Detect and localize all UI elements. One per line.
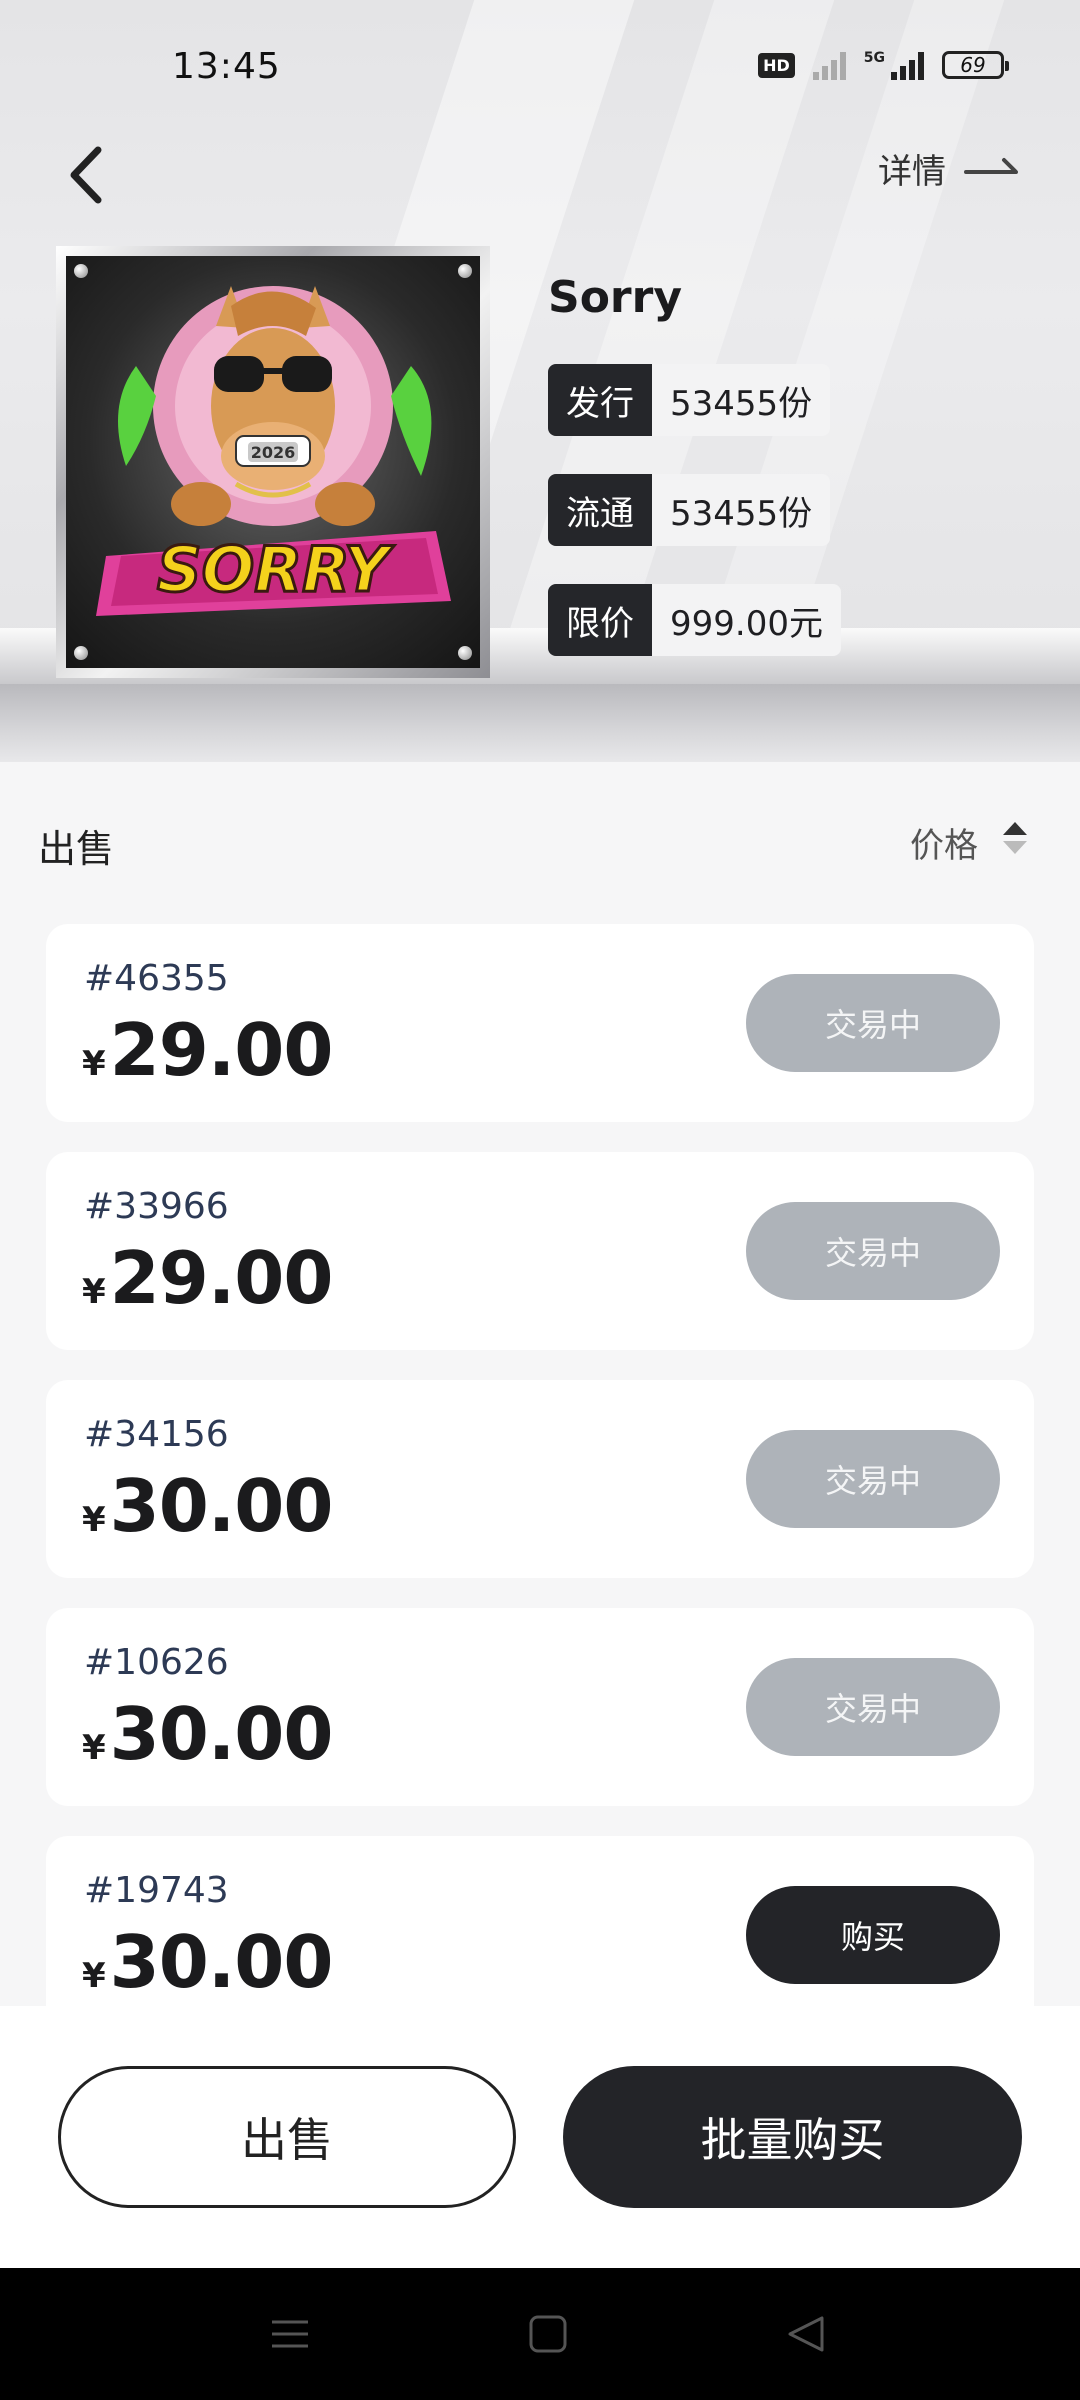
signal-sim1-icon <box>812 50 846 80</box>
signal-sim2-icon <box>891 50 924 80</box>
listing-price: ¥ 30.00 <box>82 1464 334 1548</box>
details-label: 详情 <box>878 152 946 192</box>
sale-section-header: 出售 价格 <box>0 762 1080 922</box>
shelf-shadow <box>0 684 1080 762</box>
network-type: 5G <box>863 50 885 66</box>
hd-icon: HD <box>758 52 795 78</box>
listing-id: #10626 <box>84 1642 229 1683</box>
currency-symbol: ¥ <box>82 1272 106 1312</box>
rivet <box>74 646 88 660</box>
home-icon[interactable] <box>526 2312 570 2356</box>
currency-symbol: ¥ <box>82 1728 106 1768</box>
price-amount: 30.00 <box>109 1692 334 1776</box>
info-key: 发行 <box>548 364 652 436</box>
currency-symbol: ¥ <box>82 1956 106 1996</box>
listing-price: ¥ 30.00 <box>82 1920 334 2004</box>
info-key: 流通 <box>548 474 652 546</box>
listing-card[interactable]: #33966 ¥ 29.00 交易中 <box>46 1152 1034 1350</box>
rivet <box>458 264 472 278</box>
info-row-circulation: 流通 53455份 <box>548 474 831 546</box>
status-icons: HD 5G 69 <box>758 50 1009 80</box>
arrow-right-icon <box>964 149 1022 189</box>
listing-price: ¥ 30.00 <box>82 1692 334 1776</box>
sell-button[interactable]: 出售 <box>58 2066 516 2208</box>
sale-title: 出售 <box>38 827 115 871</box>
menu-icon[interactable] <box>268 2312 312 2356</box>
artwork-title-text: SORRY <box>157 533 395 606</box>
listing-id: #46355 <box>84 958 229 999</box>
cartoon-horse-logo: 2026 SORRY <box>96 286 451 616</box>
price-amount: 30.00 <box>109 1464 334 1548</box>
listing-id: #19743 <box>84 1870 229 1911</box>
rivet <box>74 264 88 278</box>
page: 13:45 HD 5G 69 详情 2026 SORRY Sorry 发行 53… <box>0 0 1080 2400</box>
back-triangle-icon[interactable] <box>784 2312 828 2356</box>
header-area: 13:45 HD 5G 69 详情 2026 SORRY Sorry 发行 53… <box>0 0 1080 762</box>
nft-title: Sorry <box>548 272 682 323</box>
sort-by-price-button[interactable]: 价格 <box>910 818 1028 867</box>
status-time: 13:45 <box>172 46 281 87</box>
sort-arrows-icon <box>1002 818 1028 867</box>
info-value: 53455份 <box>652 364 831 436</box>
listing-price: ¥ 29.00 <box>82 1236 334 1320</box>
battery-level: 69 <box>960 53 986 77</box>
rivet <box>458 646 472 660</box>
trading-status-button[interactable]: 交易中 <box>746 1658 1000 1756</box>
info-key: 限价 <box>548 584 652 656</box>
back-button[interactable] <box>60 140 120 210</box>
price-amount: 30.00 <box>109 1920 334 2004</box>
trading-status-button[interactable]: 交易中 <box>746 1430 1000 1528</box>
battery-icon: 69 <box>942 51 1009 79</box>
nft-artwork[interactable]: 2026 SORRY <box>56 246 490 678</box>
listing-id: #33966 <box>84 1186 229 1227</box>
info-row-price-limit: 限价 999.00元 <box>548 584 841 656</box>
currency-symbol: ¥ <box>82 1500 106 1540</box>
listing-price: ¥ 29.00 <box>82 1008 334 1092</box>
price-amount: 29.00 <box>109 1008 334 1092</box>
trading-status-button[interactable]: 交易中 <box>746 974 1000 1072</box>
info-value: 999.00元 <box>652 584 841 656</box>
currency-symbol: ¥ <box>82 1044 106 1084</box>
listing-id: #34156 <box>84 1414 229 1455</box>
sort-label: 价格 <box>910 826 978 866</box>
details-link[interactable]: 详情 <box>878 144 1022 193</box>
artwork-image: 2026 SORRY <box>66 256 480 668</box>
price-amount: 29.00 <box>109 1236 334 1320</box>
system-navigation-bar <box>0 2268 1080 2400</box>
listing-card[interactable]: #10626 ¥ 30.00 交易中 <box>46 1608 1034 1806</box>
listing-card[interactable]: #34156 ¥ 30.00 交易中 <box>46 1380 1034 1578</box>
artwork-badge-text: 2026 <box>251 443 296 462</box>
info-value: 53455份 <box>652 474 831 546</box>
listing-card[interactable]: #46355 ¥ 29.00 交易中 <box>46 924 1034 1122</box>
bulk-buy-button[interactable]: 批量购买 <box>563 2066 1022 2208</box>
buy-button[interactable]: 购买 <box>746 1886 1000 1984</box>
info-row-issued: 发行 53455份 <box>548 364 831 436</box>
chevron-left-icon <box>70 146 102 204</box>
bottom-action-bar: 出售 批量购买 <box>0 2006 1080 2268</box>
listing-card[interactable]: #19743 ¥ 30.00 购买 <box>46 1836 1034 2034</box>
trading-status-button[interactable]: 交易中 <box>746 1202 1000 1300</box>
